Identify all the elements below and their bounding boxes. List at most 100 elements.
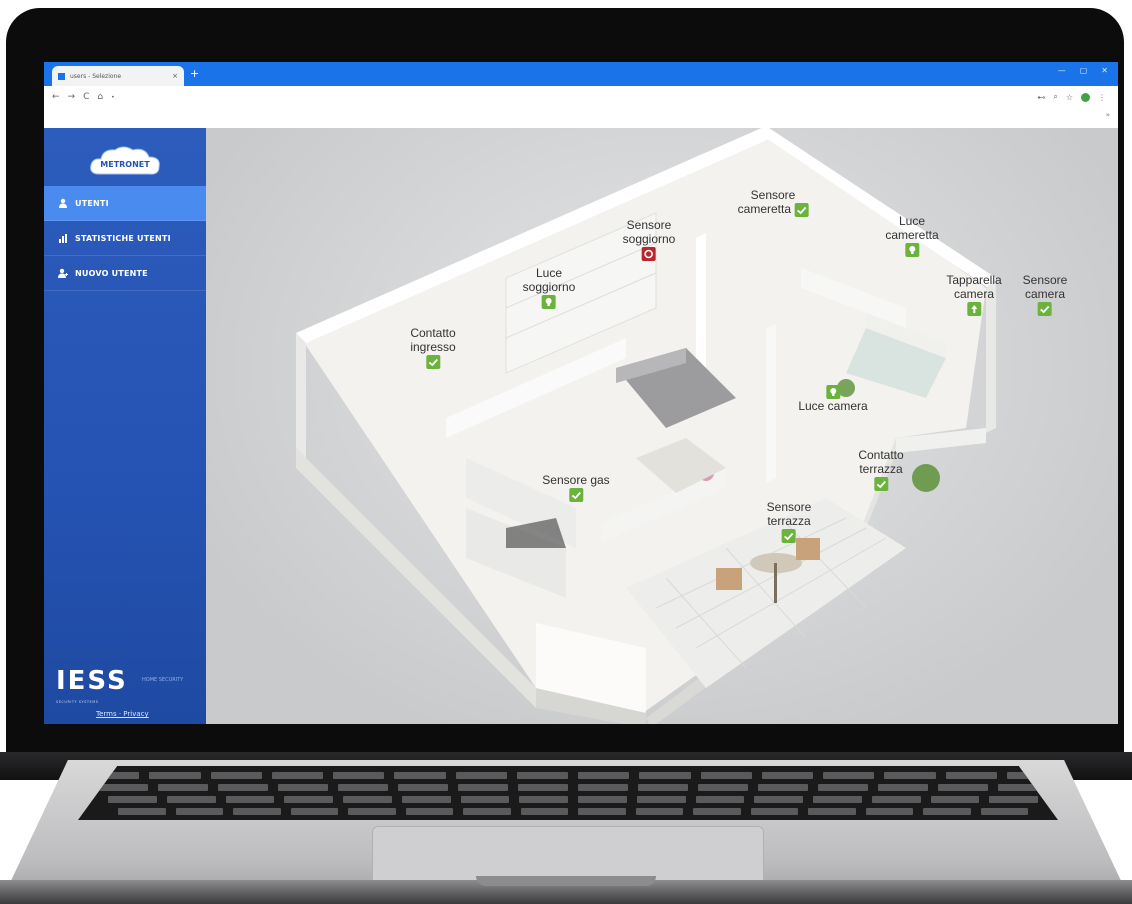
footer-links[interactable]: Terms · Privacy <box>96 710 149 718</box>
logo-text: METRONET <box>100 160 150 169</box>
sidebar-item-label: UTENTI <box>75 198 109 208</box>
keyboard-key <box>808 808 856 815</box>
keyboard-key <box>519 796 568 803</box>
maximize-button[interactable]: ▢ <box>1080 66 1088 75</box>
device-label: ingresso <box>410 340 456 354</box>
tab-close-icon[interactable]: × <box>172 72 178 80</box>
keyboard-key <box>638 784 688 791</box>
alarm-icon[interactable] <box>642 246 656 261</box>
keyboard-key <box>343 796 392 803</box>
keyboard-key <box>333 772 385 779</box>
keyboard <box>78 766 1058 820</box>
keyboard-key <box>754 796 803 803</box>
add-user-icon <box>58 268 68 278</box>
device-label: Luce <box>898 214 926 228</box>
keyboard-key <box>405 808 453 815</box>
keyboard-key <box>878 784 928 791</box>
device-sensore-cameretta[interactable]: Sensore cameretta <box>738 188 809 217</box>
device-label: camera <box>1024 287 1066 301</box>
keyboard-key <box>761 772 813 779</box>
sidebar-item-label: STATISTICHE UTENTI <box>75 233 171 243</box>
device-luce-soggiorno[interactable]: Luce soggiorno <box>523 266 575 309</box>
menu-dots-icon[interactable]: ⋮ <box>1098 93 1106 102</box>
keyboard-key <box>210 772 262 779</box>
minimize-button[interactable]: — <box>1058 66 1066 75</box>
keyboard-key <box>284 796 333 803</box>
new-tab-button[interactable]: + <box>190 67 199 80</box>
home-icon[interactable]: ⌂ <box>97 92 103 102</box>
browser-tab[interactable]: users - Selezione × <box>52 66 184 86</box>
keyboard-key <box>938 784 988 791</box>
shutter-up-icon[interactable] <box>967 301 981 316</box>
device-label: Sensore <box>766 500 812 514</box>
keyboard-key <box>865 808 913 815</box>
extension-icon[interactable]: ⊷ <box>1037 93 1045 102</box>
reload-icon[interactable]: C <box>83 92 89 102</box>
bookmarks-overflow-icon[interactable]: » <box>1106 111 1110 119</box>
sidebar-item-statistiche[interactable]: STATISTICHE UTENTI <box>44 221 206 256</box>
device-label: Contatto <box>858 448 904 462</box>
keyboard-key <box>930 796 980 803</box>
keyboard-key <box>460 796 510 803</box>
device-sensore-camera[interactable]: Sensore camera <box>1023 273 1067 316</box>
keyboard-key <box>401 796 451 803</box>
browser-tab-bar: users - Selezione × + — ▢ ✕ <box>44 62 1118 86</box>
device-sensore-terrazza[interactable]: Sensore terrazza <box>766 500 812 543</box>
device-label: cameretta <box>737 202 792 216</box>
keyboard-key <box>818 784 868 791</box>
status-ok-icon[interactable] <box>781 528 796 543</box>
zoom-icon[interactable]: ⌕ <box>1053 92 1057 102</box>
light-bulb-icon[interactable] <box>542 294 556 309</box>
keyboard-key <box>518 784 568 791</box>
status-ok-icon[interactable] <box>794 202 809 217</box>
device-label: Tapparella <box>946 273 1002 287</box>
light-bulb-icon[interactable] <box>904 242 919 257</box>
keyboard-key <box>945 772 997 779</box>
keyboard-key <box>698 784 748 791</box>
keyboard-key <box>636 796 686 803</box>
keyboard-key <box>989 796 1038 803</box>
sidebar-item-utenti[interactable]: UTENTI <box>44 186 206 221</box>
back-icon[interactable]: ← <box>52 92 60 102</box>
status-ok-icon[interactable] <box>568 487 583 502</box>
bookmark-star-icon[interactable]: ☆ <box>1066 93 1073 102</box>
keyboard-key <box>758 784 808 791</box>
status-ok-icon[interactable] <box>1037 301 1052 316</box>
keyboard-key <box>175 808 223 815</box>
keyboard-key <box>578 796 627 803</box>
status-ok-icon[interactable] <box>874 476 888 491</box>
device-label: Sensore <box>626 218 672 232</box>
keyboard-key <box>516 772 568 779</box>
keyboard-key <box>823 772 875 779</box>
profile-avatar[interactable] <box>1081 92 1090 102</box>
metronet-logo: METRONET <box>90 146 160 175</box>
keyboard-key <box>108 796 157 803</box>
device-tapparella-camera[interactable]: Tapparella camera <box>946 273 1002 316</box>
device-luce-camera[interactable]: Luce camera <box>798 384 868 413</box>
status-ok-icon[interactable] <box>426 354 440 369</box>
address-bar[interactable]: • <box>111 94 115 101</box>
keyboard-key <box>750 808 798 815</box>
keyboard-key <box>578 808 626 815</box>
favicon-icon <box>58 72 65 80</box>
close-window-button[interactable]: ✕ <box>1101 66 1108 75</box>
forward-icon[interactable]: → <box>68 92 76 102</box>
user-icon <box>59 198 67 208</box>
device-sensore-soggiorno[interactable]: Sensore soggiorno <box>623 218 675 261</box>
device-label: camera <box>953 287 994 301</box>
device-contatto-terrazza[interactable]: Contatto terrazza <box>858 448 904 491</box>
tab-title: users - Selezione <box>70 72 122 80</box>
light-bulb-icon[interactable] <box>826 384 840 399</box>
keyboard-key <box>218 784 268 791</box>
sidebar-item-nuovo-utente[interactable]: NUOVO UTENTE <box>44 256 206 291</box>
device-label: terrazza <box>767 514 811 528</box>
device-luce-cameretta[interactable]: Luce cameretta <box>885 214 939 257</box>
bookmarks-bar: » <box>44 108 1118 128</box>
keyboard-key <box>338 784 388 791</box>
laptop-bezel: users - Selezione × + — ▢ ✕ ← → C ⌂ • ⊷ … <box>6 8 1124 778</box>
keyboard-key <box>166 796 216 803</box>
device-sensore-gas[interactable]: Sensore gas <box>542 473 610 502</box>
device-contatto-ingresso[interactable]: Contatto ingresso <box>410 326 456 369</box>
device-label: Sensore gas <box>542 473 610 487</box>
sidebar-menu: UTENTI STATISTICHE UTENTI NUOVO UTENTE <box>44 186 206 291</box>
